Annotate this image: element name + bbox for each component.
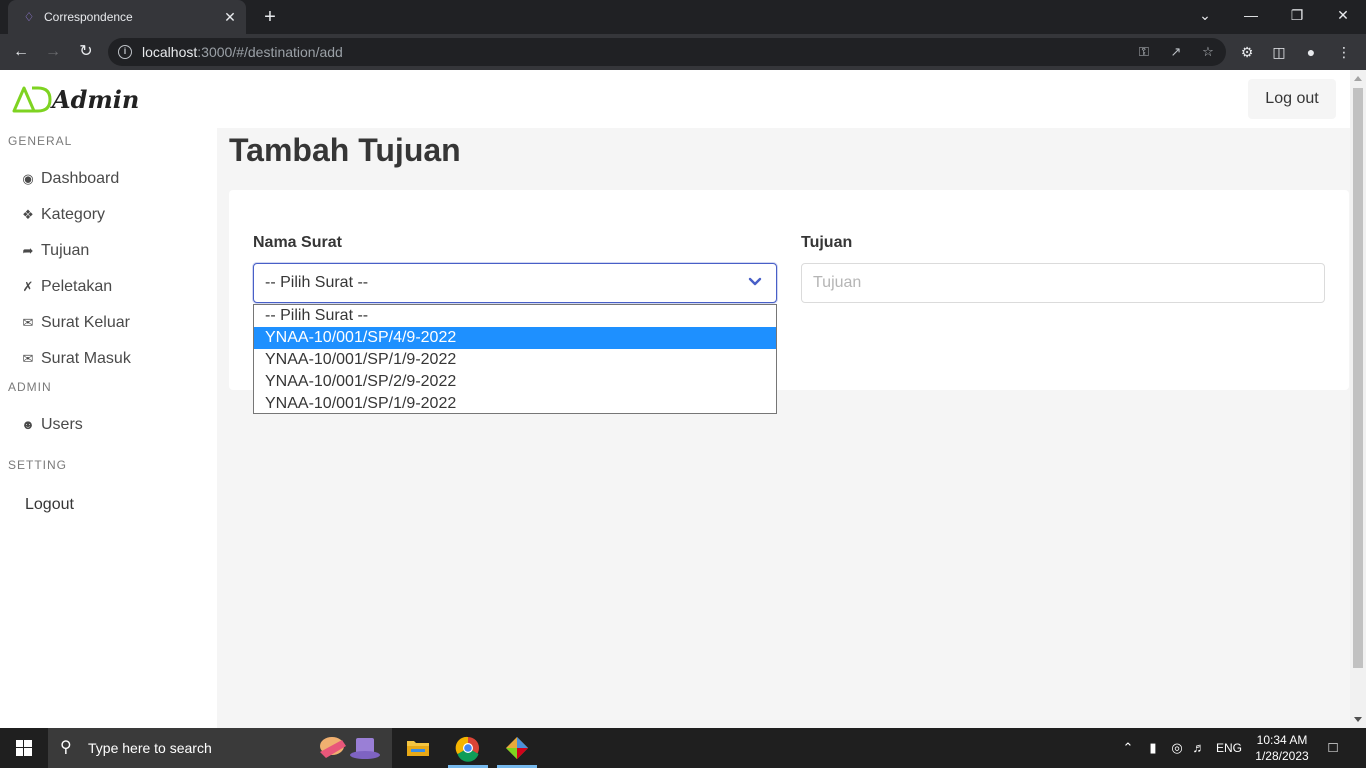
sidebar-item-label: Surat Masuk xyxy=(41,350,131,367)
back-icon[interactable]: ← xyxy=(10,41,32,63)
side-panel-icon[interactable]: ◫ xyxy=(1269,42,1289,62)
language-indicator[interactable]: ENG xyxy=(1212,740,1246,756)
logo-text: Admin xyxy=(52,84,140,114)
main-content: Tambah Tujuan Nama Surat Tujuan -- Pilih… xyxy=(217,128,1350,728)
key-icon[interactable]: ⚿ xyxy=(1136,44,1152,60)
nama-surat-dropdown-list: -- Pilih Surat -- YNAA-10/001/SP/4/9-202… xyxy=(253,304,777,414)
sidebar-item-dashboard[interactable]: ◉ Dashboard xyxy=(20,167,119,191)
taskbar-clock[interactable]: 10:34 AM 1/28/2023 xyxy=(1252,732,1312,764)
taskbar: ⚲ Type here to search ⌃ ▮ ◎ ♬ ENG 10:34 … xyxy=(0,728,1366,768)
envelope-icon: ✉ xyxy=(22,315,34,330)
dropdown-option[interactable]: YNAA-10/001/SP/1/9-2022 xyxy=(254,349,776,371)
logout-button[interactable]: Log out xyxy=(1248,79,1336,119)
search-placeholder: Type here to search xyxy=(88,740,212,756)
restore-button[interactable]: ❐ xyxy=(1274,0,1320,30)
address-bar[interactable]: i localhost:3000/#/destination/add ⚿ ↗ ☆ xyxy=(108,38,1226,66)
page-scrollbar[interactable] xyxy=(1350,70,1366,728)
xing-icon: ✗ xyxy=(22,279,34,294)
envelope-open-icon: ✉ xyxy=(22,351,34,366)
sidebar-item-kategory[interactable]: ❖ Kategory xyxy=(20,203,105,227)
sidebar-item-tujuan[interactable]: ➦ Tujuan xyxy=(20,239,90,263)
site-info-icon[interactable]: i xyxy=(118,45,132,59)
taskbar-search[interactable]: ⚲ Type here to search xyxy=(48,728,392,768)
close-window-button[interactable]: ✕ xyxy=(1320,0,1366,30)
dropdown-option-highlighted[interactable]: YNAA-10/001/SP/4/9-2022 xyxy=(254,327,776,349)
browser-toolbar: ← → ↻ i localhost:3000/#/destination/add… xyxy=(0,34,1366,70)
sidebar-item-surat-keluar[interactable]: ✉ Surat Keluar xyxy=(20,311,130,335)
user-icon: ☻ xyxy=(21,417,35,432)
menu-label-admin: ADMIN xyxy=(8,380,52,394)
new-tab-button[interactable]: + xyxy=(258,6,282,28)
search-icon: ⚲ xyxy=(60,739,72,756)
sidebar: GENERAL ◉ Dashboard ❖ Kategory ➦ Tujuan … xyxy=(0,128,217,728)
sidebar-item-users[interactable]: ☻ Users xyxy=(20,413,83,437)
chevron-down-icon xyxy=(748,277,762,286)
sidebar-item-peletakan[interactable]: ✗ Peletakan xyxy=(20,275,113,299)
menu-label-general: GENERAL xyxy=(8,134,73,148)
tab-search-icon[interactable]: ⌄ xyxy=(1182,0,1228,30)
browser-titlebar: ♢ Correspondence ✕ + ⌄ — ❐ ✕ xyxy=(0,0,1366,34)
share-icon: ➦ xyxy=(22,243,34,258)
nama-surat-label: Nama Surat xyxy=(253,234,342,251)
start-button[interactable] xyxy=(0,728,48,768)
show-hidden-icons-icon[interactable]: ⌃ xyxy=(1120,740,1136,756)
dropdown-option[interactable]: -- Pilih Surat -- xyxy=(254,305,776,327)
scrollbar-thumb[interactable] xyxy=(1353,88,1363,668)
sidebar-item-label: Kategory xyxy=(41,206,106,223)
tab-title: Correspondence xyxy=(44,10,133,24)
extensions-icon[interactable]: ⚙ xyxy=(1237,42,1257,62)
page-title: Tambah Tujuan xyxy=(229,132,461,168)
app-header: Admin Log out xyxy=(0,70,1350,128)
nama-surat-select[interactable]: -- Pilih Surat -- xyxy=(253,263,777,303)
clock-time: 10:34 AM xyxy=(1256,733,1308,747)
git-app-icon xyxy=(506,737,528,759)
sidebar-item-label: Tujuan xyxy=(41,242,90,259)
sidebar-item-label: Dashboard xyxy=(41,170,120,187)
dropdown-option[interactable]: YNAA-10/001/SP/2/9-2022 xyxy=(254,371,776,393)
browser-tab[interactable]: ♢ Correspondence ✕ xyxy=(8,0,246,34)
scroll-up-arrow-icon[interactable] xyxy=(1354,76,1362,81)
favicon-icon: ♢ xyxy=(23,10,35,24)
tags-icon: ❖ xyxy=(22,207,34,222)
bookmark-star-icon[interactable]: ☆ xyxy=(1200,44,1216,60)
logo[interactable]: Admin xyxy=(12,84,139,114)
sidebar-item-label: Users xyxy=(41,416,83,433)
forward-icon[interactable]: → xyxy=(42,41,64,63)
windows-logo-icon xyxy=(16,740,32,756)
network-icon[interactable]: ◎ xyxy=(1168,740,1186,756)
url-text: localhost:3000/#/destination/add xyxy=(142,44,343,60)
volume-icon[interactable]: ♬ xyxy=(1190,740,1208,756)
reload-icon[interactable]: ↻ xyxy=(75,41,97,63)
logo-mark-icon xyxy=(12,86,52,113)
tab-close-icon[interactable]: ✕ xyxy=(222,9,238,25)
share-page-icon[interactable]: ↗ xyxy=(1168,44,1184,60)
tujuan-label: Tujuan xyxy=(801,234,853,251)
scroll-down-arrow-icon[interactable] xyxy=(1354,717,1362,722)
sidebar-item-label: Surat Keluar xyxy=(41,314,130,331)
folder-icon xyxy=(407,741,429,756)
profile-icon[interactable]: ● xyxy=(1301,42,1321,62)
sidebar-item-logout[interactable]: Logout xyxy=(25,493,74,517)
taskbar-chrome[interactable] xyxy=(444,728,492,768)
menu-label-setting: SETTING xyxy=(8,458,68,472)
clock-date: 1/28/2023 xyxy=(1255,749,1309,763)
browser-menu-icon[interactable]: ⋮ xyxy=(1334,42,1354,62)
taskbar-file-explorer[interactable] xyxy=(394,728,442,768)
sidebar-item-surat-masuk[interactable]: ✉ Surat Masuk xyxy=(20,347,131,371)
sidebar-item-label: Peletakan xyxy=(41,278,113,295)
sidebar-item-label: Logout xyxy=(25,496,74,513)
notification-center-icon[interactable]: □ xyxy=(1323,740,1343,756)
chrome-icon xyxy=(455,736,479,762)
minimize-button[interactable]: — xyxy=(1228,0,1274,30)
select-value: -- Pilih Surat -- xyxy=(265,274,369,291)
tujuan-input[interactable] xyxy=(801,263,1325,303)
battery-icon[interactable]: ▮ xyxy=(1144,740,1162,756)
dropdown-option[interactable]: YNAA-10/001/SP/1/9-2022 xyxy=(254,393,776,415)
gauge-icon: ◉ xyxy=(22,171,34,186)
taskbar-git-app[interactable] xyxy=(493,728,541,768)
search-highlight-illustration-icon xyxy=(320,737,380,759)
